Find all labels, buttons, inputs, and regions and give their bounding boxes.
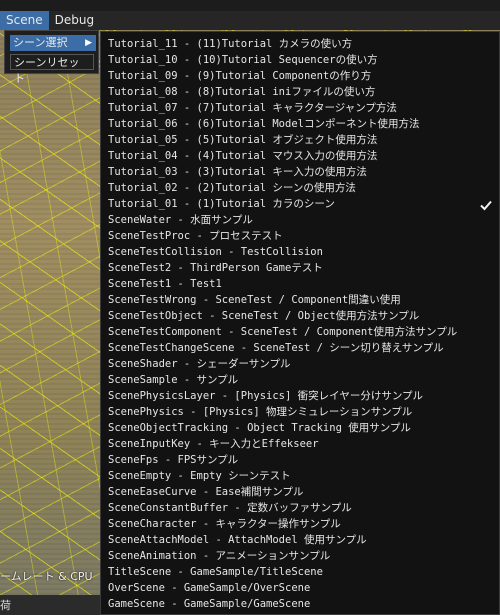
scene-list-item[interactable]: Tutorial_03 - (3)Tutorial キー入力の使用方法 [108, 164, 367, 180]
hud-bottom-label: 荷 [0, 599, 11, 612]
scene-list-item[interactable]: OverScene - GameSample/OverScene [108, 580, 310, 596]
scene-list-item[interactable]: SceneWater - 水面サンプル [108, 212, 253, 228]
scene-list-item[interactable]: SceneTestObject - SceneTest / Object使用方法… [108, 308, 419, 324]
scene-list-item[interactable]: Tutorial_09 - (9)Tutorial Componentの作り方 [108, 68, 371, 84]
scene-list-item[interactable]: TitleScene - GameSample/TitleScene [108, 564, 323, 580]
scene-list-item[interactable]: Tutorial_10 - (10)Tutorial Sequencerの使い方 [108, 52, 378, 68]
menu-bar: Scene Debug [0, 11, 500, 30]
menu-debug[interactable]: Debug [49, 11, 100, 30]
scene-list-item[interactable]: SceneConstantBuffer - 定数バッファサンプル [108, 500, 352, 516]
hud-bottom-bar [0, 595, 100, 615]
scene-list-item[interactable]: SceneAnimation - アニメーションサンプル [108, 548, 330, 564]
scene-list-item[interactable]: Tutorial_11 - (11)Tutorial カメラの使い方 [108, 36, 352, 52]
scene-list-item[interactable]: Tutorial_07 - (7)Tutorial キャラクタージャンプ方法 [108, 100, 397, 116]
scene-list-item[interactable]: SceneTestComponent - SceneTest / Compone… [108, 324, 457, 340]
scene-select-item[interactable]: シーン選択 ▶ [10, 35, 96, 51]
scene-list-item[interactable]: Tutorial_06 - (6)Tutorial Modelコンポーネント使用… [108, 116, 419, 132]
scene-list-item[interactable]: SceneInputKey - キー入力とEffekseer [108, 436, 319, 452]
menu-scene[interactable]: Scene [0, 11, 49, 30]
scene-list-item[interactable]: SceneTest1 - Test1 [108, 276, 222, 292]
scene-list-item[interactable]: SceneObjectTracking - Object Tracking 使用… [108, 420, 411, 436]
framerate-label: ームレート & CPU [0, 570, 93, 583]
scene-list-item[interactable]: SceneCharacter - キャラクター操作サンプル [108, 516, 341, 532]
scene-list-item[interactable]: SceneTestWrong - SceneTest / Component間違… [108, 292, 401, 308]
scene-list-item[interactable]: SceneTestCollision - TestCollision [108, 244, 323, 260]
scene-reset-item[interactable]: シーンリセット [10, 54, 94, 85]
scene-list-item[interactable]: SceneEaseCurve - Ease補間サンプル [108, 484, 303, 500]
scene-list-item[interactable]: ScenePhysics - [Physics] 物理シミュレーションサンプル [108, 404, 412, 420]
scene-list-item[interactable]: SceneTestChangeScene - SceneTest / シーン切り… [108, 340, 444, 356]
scene-list-item[interactable]: Tutorial_05 - (5)Tutorial オブジェクト使用方法 [108, 132, 377, 148]
scene-list-item[interactable]: SceneSample - サンプル [108, 372, 238, 388]
scene-list-item[interactable]: SceneTest2 - ThirdPerson Gameテスト [108, 260, 323, 276]
scene-list-item[interactable]: SceneAttachModel - AttachModel 使用サンプル [108, 532, 367, 548]
scene-list-item[interactable]: SceneEmpty - Empty シーンテスト [108, 468, 291, 484]
scene-list-item[interactable]: Tutorial_08 - (8)Tutorial iniファイルの使い方 [108, 84, 375, 100]
scene-dropdown: シーン選択 ▶ シーンリセット [4, 30, 99, 85]
check-icon [480, 200, 492, 211]
scene-list-item[interactable]: Tutorial_04 - (4)Tutorial マウス入力の使用方法 [108, 148, 377, 164]
scene-list-item[interactable]: Tutorial_02 - (2)Tutorial シーンの使用方法 [108, 180, 356, 196]
scene-list-item[interactable]: SceneShader - シェーダーサンプル [108, 356, 290, 372]
scene-list-item[interactable]: GameScene - GameSample/GameScene [108, 596, 310, 612]
triangle-right-icon: ▶ [85, 38, 92, 48]
scene-list-item[interactable]: Tutorial_01 - (1)Tutorial カラのシーン [108, 196, 335, 212]
scene-list-item[interactable]: SceneTestProc - プロセステスト [108, 228, 283, 244]
scene-list-submenu: Tutorial_11 - (11)Tutorial カメラの使い方 Tutori… [100, 31, 500, 615]
scene-list-item[interactable]: SceneFps - FPSサンプル [108, 452, 238, 468]
scene-select-label: シーン選択 [13, 36, 68, 49]
window-top-strip [0, 0, 500, 11]
scene-list-item[interactable]: ScenePhysicsLayer - [Physics] 衝突レイヤー分けサン… [108, 388, 423, 404]
